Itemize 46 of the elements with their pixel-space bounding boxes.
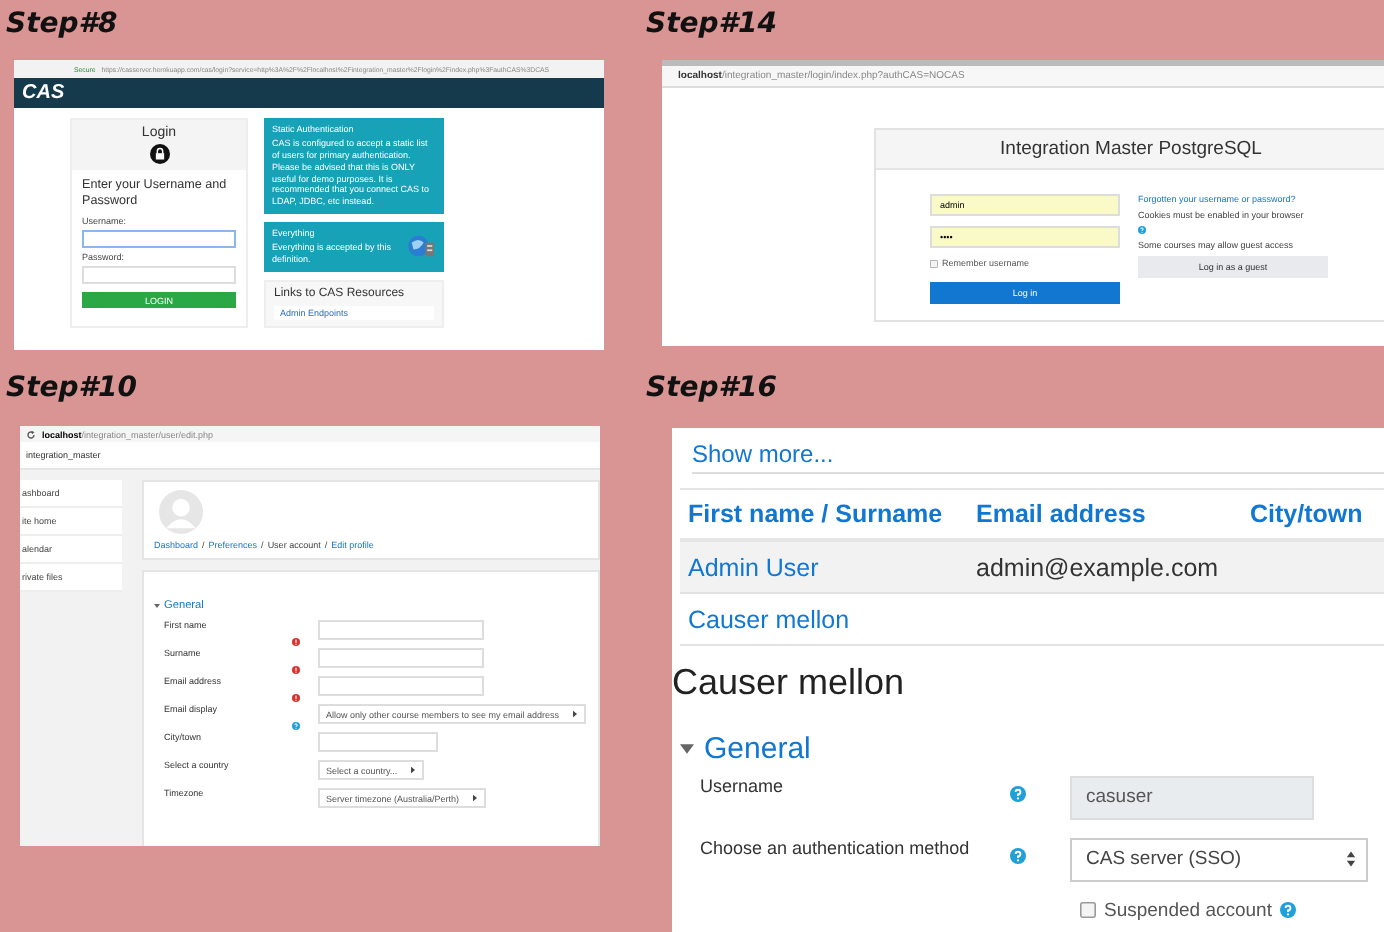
caret-icon (571, 710, 578, 718)
column-header[interactable]: Email address (976, 499, 1250, 528)
caret-icon (471, 794, 478, 802)
text-field[interactable] (318, 732, 438, 752)
field-label: Choose an authentication method (698, 837, 972, 858)
globe-icon (408, 234, 436, 259)
step-label: Step#14 (646, 6, 780, 44)
help-icon (1010, 847, 1026, 864)
field-label: Username (698, 775, 786, 796)
checkbox[interactable] (930, 259, 938, 267)
required-icon (292, 666, 300, 674)
help-icon (1138, 226, 1146, 234)
password-field[interactable] (82, 266, 236, 285)
help-icon (1279, 902, 1296, 919)
username-field[interactable] (82, 230, 236, 249)
up-down-arrow-icon (1346, 850, 1356, 869)
checkbox[interactable] (1080, 902, 1096, 919)
text-field[interactable] (318, 620, 484, 640)
step-label: Step#16 (646, 370, 780, 408)
step-label: Step#10 (4, 370, 140, 408)
table-cell: admin@example.com (976, 553, 1219, 580)
section-title[interactable]: General (704, 731, 811, 766)
reload-icon[interactable] (26, 429, 36, 439)
column-header[interactable]: First name / Surname (688, 499, 976, 528)
page-heading: Causer mellon (672, 661, 907, 704)
help-icon (292, 722, 300, 730)
column-header[interactable]: City/town (1250, 499, 1363, 528)
logo-text: CAS (22, 82, 65, 104)
caret-icon[interactable] (680, 743, 694, 754)
user-name-link[interactable]: Admin User (688, 553, 976, 580)
checkbox-label: Suspended account (1104, 899, 1272, 922)
text-field[interactable] (318, 676, 484, 696)
show-more-link[interactable]: Show more... (692, 439, 834, 468)
caret-icon (409, 766, 416, 774)
lock-icon (149, 144, 169, 164)
avatar-icon (154, 490, 208, 534)
required-icon (292, 694, 300, 702)
step-label: Step#8 (4, 6, 120, 44)
text-field[interactable] (318, 648, 484, 668)
help-icon (1010, 785, 1026, 802)
required-icon (292, 638, 300, 646)
site-title: Integration Master PostgreSQL (876, 130, 1384, 170)
caret-icon[interactable] (154, 604, 160, 608)
username-field: casuser (1070, 775, 1314, 820)
select-field[interactable]: CAS server (SSO) (1070, 837, 1368, 882)
user-name-link[interactable]: Causer mellon (688, 605, 976, 632)
